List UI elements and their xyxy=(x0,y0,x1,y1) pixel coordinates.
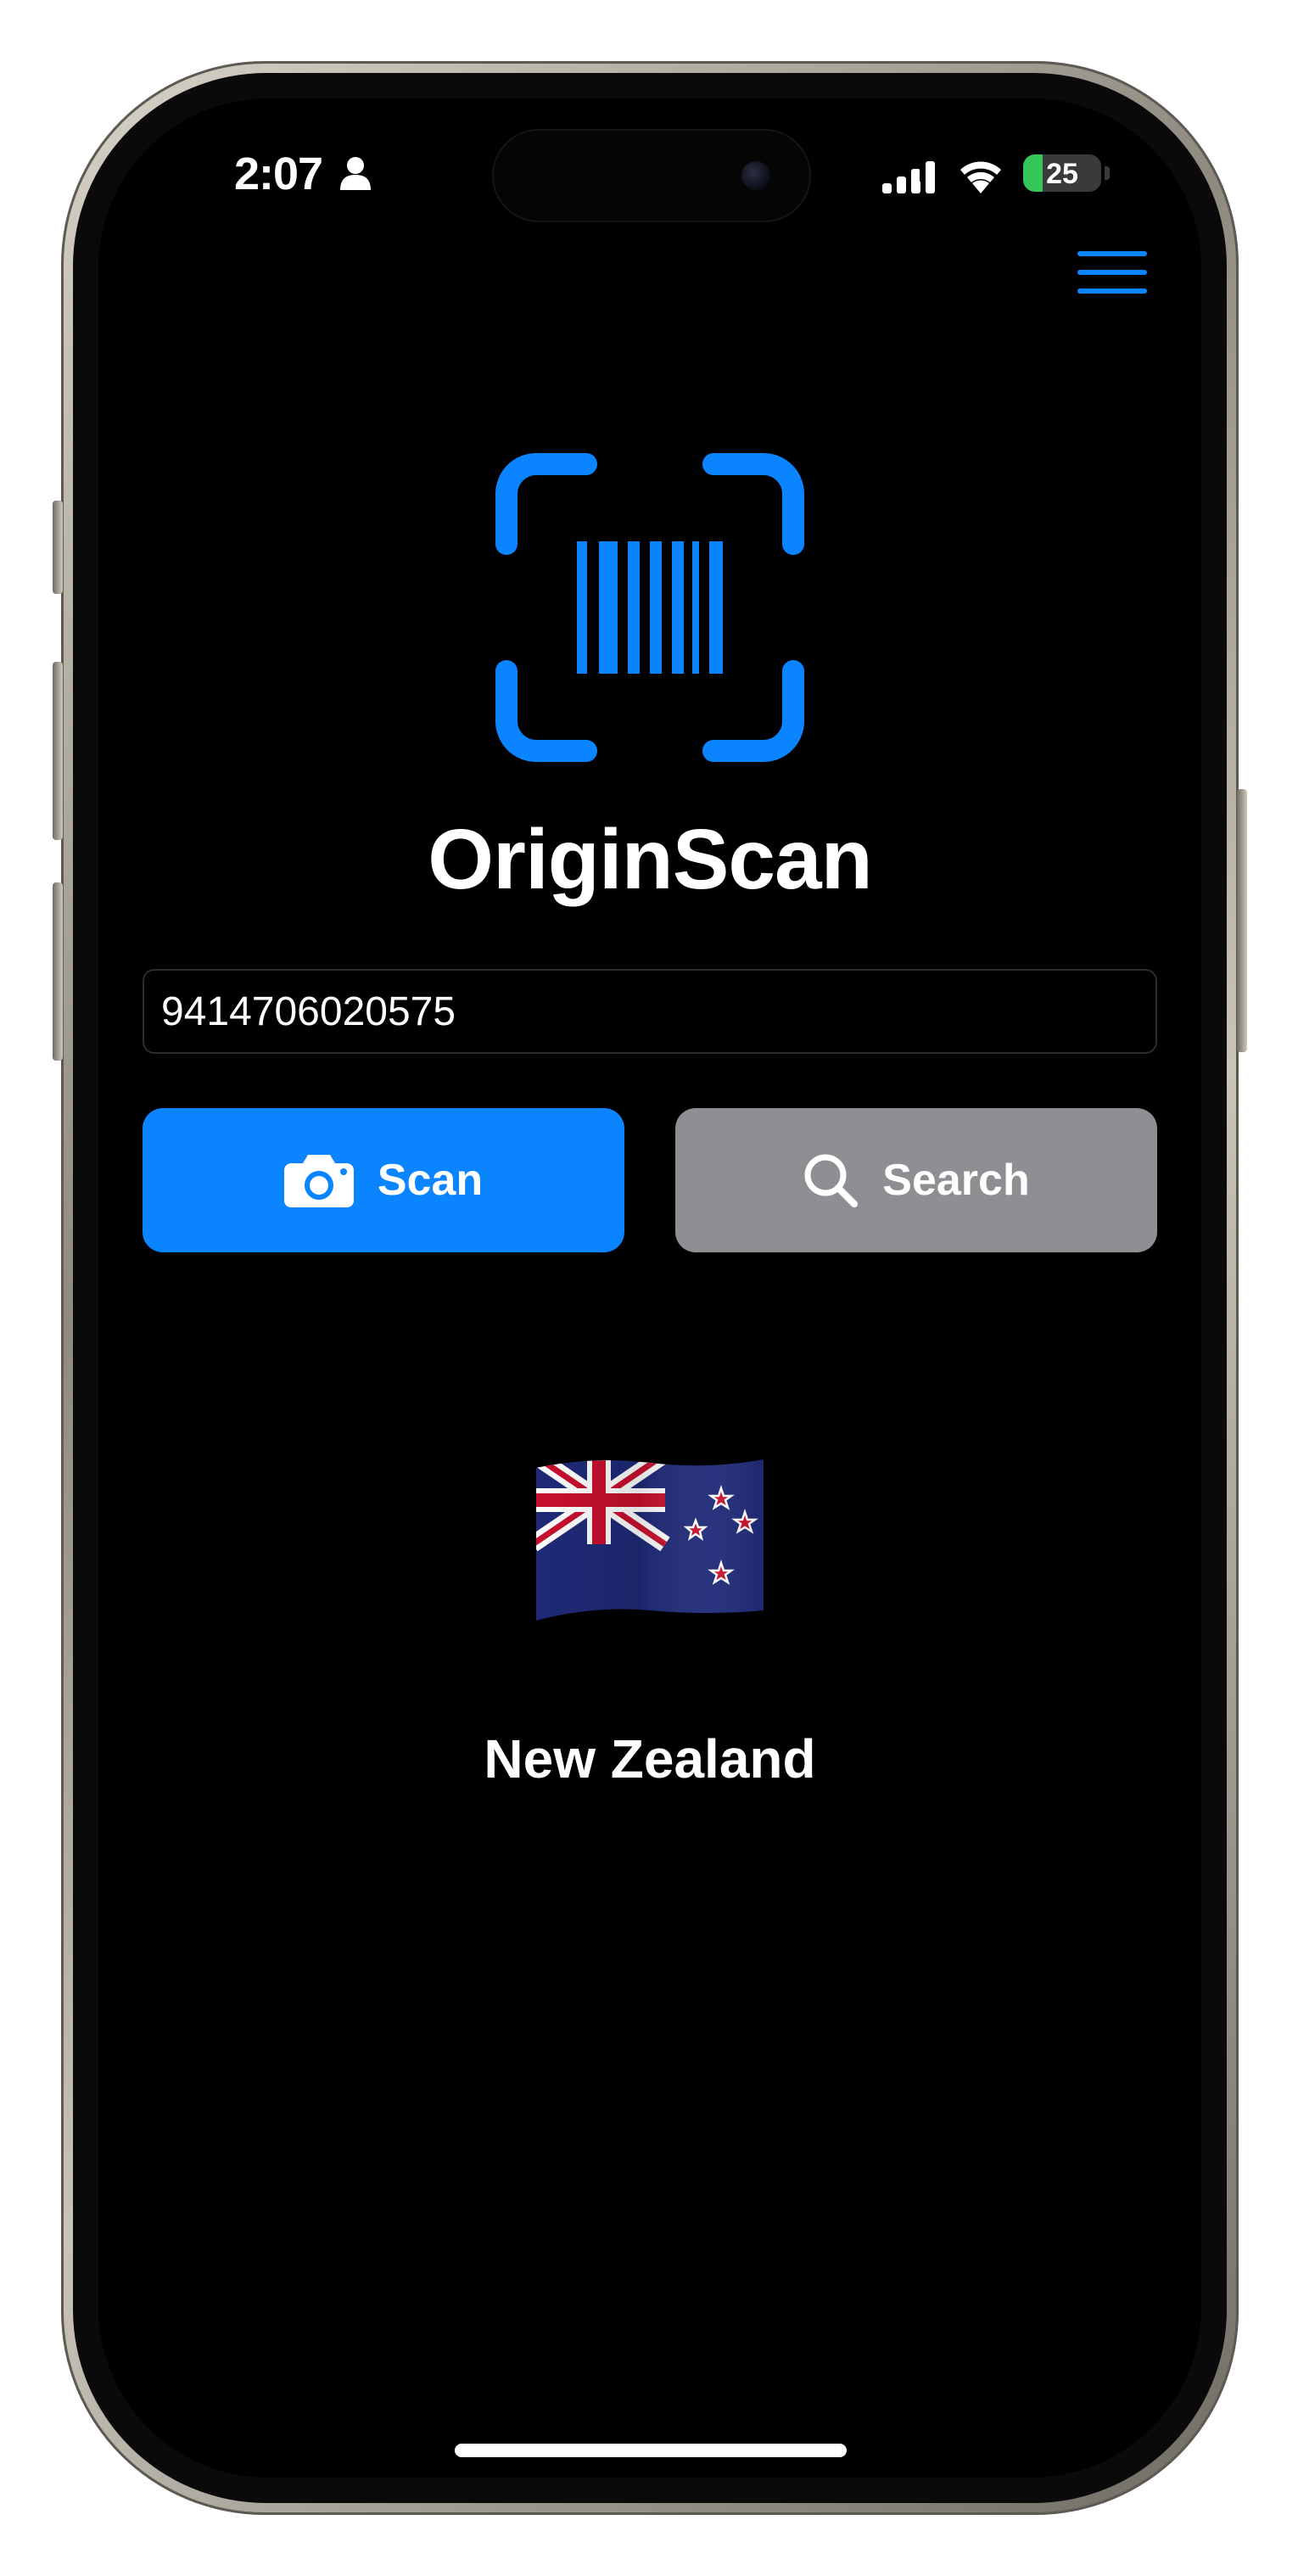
menu-line xyxy=(1077,288,1147,294)
volume-up-button xyxy=(53,662,63,840)
battery-level: 25 xyxy=(1046,158,1078,190)
scan-button-label: Scan xyxy=(377,1156,484,1205)
menu-line xyxy=(1077,270,1147,275)
battery-indicator: 25 xyxy=(1023,154,1101,192)
app-screen: 2:07 25 OriginScan 9414706020575 Scan Se… xyxy=(98,98,1201,2478)
battery-cap xyxy=(1105,166,1110,180)
new-zealand-flag-icon xyxy=(536,1459,764,1621)
barcode-input[interactable] xyxy=(143,969,1157,1054)
wifi-icon xyxy=(960,161,1001,193)
action-button xyxy=(53,501,63,594)
menu-line xyxy=(1077,251,1147,256)
status-time: 2:07 xyxy=(234,148,323,199)
person-icon xyxy=(340,157,371,190)
magnifying-glass-icon xyxy=(804,1154,859,1207)
barcode-viewfinder-icon xyxy=(495,453,804,762)
volume-down-button xyxy=(53,882,63,1061)
front-camera-icon xyxy=(741,161,770,190)
hamburger-menu-icon[interactable] xyxy=(1074,249,1150,300)
power-button xyxy=(1237,789,1247,1052)
search-button-label: Search xyxy=(882,1156,1030,1205)
dynamic-island xyxy=(492,129,811,222)
camera-icon xyxy=(283,1155,354,1207)
scan-button[interactable]: Scan xyxy=(143,1108,624,1252)
home-indicator[interactable] xyxy=(455,2444,847,2457)
search-button[interactable]: Search xyxy=(675,1108,1157,1252)
cellular-signal-icon xyxy=(882,161,935,193)
country-name: New Zealand xyxy=(484,1728,816,1789)
app-title: OriginScan xyxy=(428,812,872,907)
